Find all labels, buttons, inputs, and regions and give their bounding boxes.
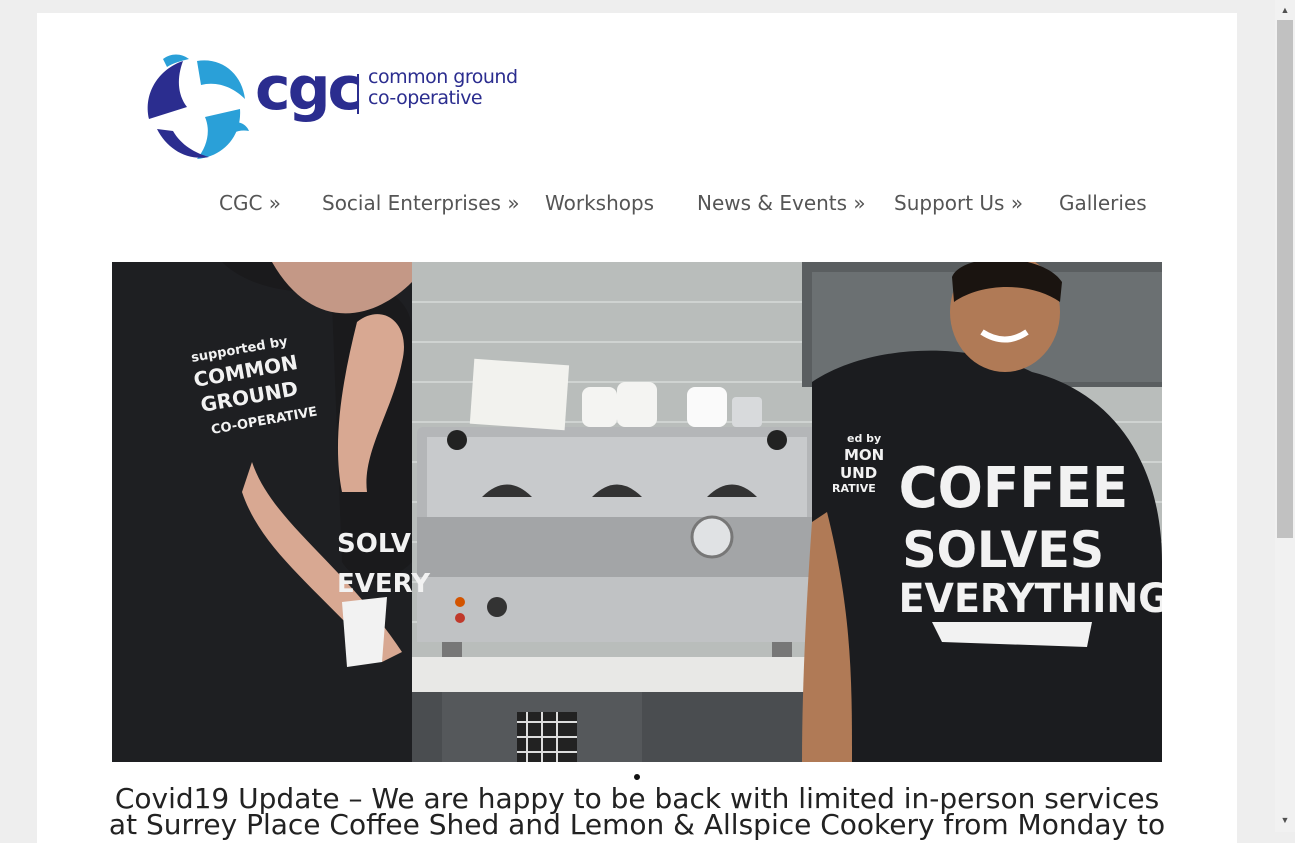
right-sleeve-line1: ed by <box>847 432 881 445</box>
right-sleeve-line4: RATIVE <box>832 482 876 495</box>
cgc-logo[interactable]: cgc common ground co-operative <box>137 49 537 164</box>
page: cgc common ground co-operative CGC » Soc… <box>37 13 1237 843</box>
right-shirt-front-line2: SOLVES <box>902 522 1104 579</box>
main-navigation: CGC » Social Enterprises » Workshops New… <box>37 191 1237 223</box>
left-shirt-front-line2: EVERY <box>337 569 431 599</box>
logo-tagline-line2: co-operative <box>368 87 483 109</box>
scrollbar-thumb[interactable] <box>1277 20 1293 538</box>
post-headline[interactable]: Covid19 Update – We are happy to be back… <box>97 785 1177 841</box>
right-shirt-front-line1: COFFEE <box>899 455 1129 521</box>
nav-item-cgc[interactable]: CGC » <box>219 191 281 215</box>
nav-item-workshops[interactable]: Workshops <box>545 191 654 215</box>
post-headline-line2: at Surrey Place Coffee Shed and Lemon & … <box>108 808 1166 841</box>
slider-pagination-dot[interactable] <box>634 774 640 780</box>
logo-brand-text: cgc <box>255 54 363 124</box>
logo-tagline-line1: common ground <box>368 66 518 88</box>
right-sleeve-line3: UND <box>840 464 877 482</box>
nav-item-social-enterprises[interactable]: Social Enterprises » <box>322 191 520 215</box>
left-shirt-front-line1: SOLV <box>337 529 411 559</box>
nav-item-news-events[interactable]: News & Events » <box>697 191 866 215</box>
nav-item-galleries[interactable]: Galleries <box>1059 191 1147 215</box>
scroll-up-arrow-icon[interactable]: ▲ <box>1275 2 1295 18</box>
vertical-scrollbar[interactable]: ▲ ▼ <box>1275 0 1295 832</box>
hands-logo-icon <box>147 54 249 159</box>
right-sleeve-line2: MON <box>844 446 884 464</box>
right-shirt-front-line3: EVERYTHING <box>899 576 1162 622</box>
logo-divider <box>357 74 359 114</box>
hero-slider-image[interactable]: supported by COMMON GROUND CO-OPERATIVE … <box>112 262 1162 762</box>
hero-photo: supported by COMMON GROUND CO-OPERATIVE … <box>112 262 1162 762</box>
logo-tagline: common ground co-operative <box>368 67 518 109</box>
nav-item-support-us[interactable]: Support Us » <box>894 191 1023 215</box>
scroll-down-arrow-icon[interactable]: ▼ <box>1275 812 1295 828</box>
